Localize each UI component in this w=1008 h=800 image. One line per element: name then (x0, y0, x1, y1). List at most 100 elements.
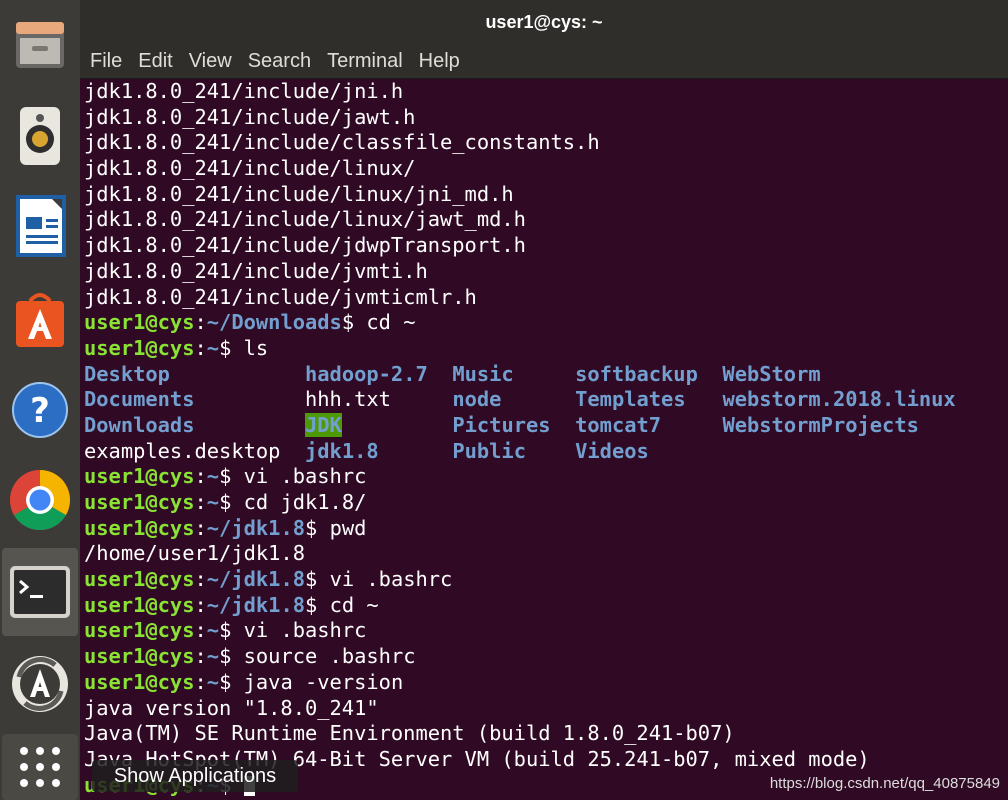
watermark: https://blog.csdn.net/qq_40875849 (769, 775, 1000, 792)
prompt-user: user1@cys (84, 567, 195, 592)
prompt-user: user1@cys (84, 490, 195, 514)
terminal-line: user1@cys:~/Downloads$ cd ~ (84, 310, 416, 335)
command-text: cd ~ (329, 592, 379, 617)
terminal-line: user1@cys:~/jdk1.8$ cd ~ (84, 592, 379, 617)
prompt-path: ~/jdk1.8 (206, 567, 305, 592)
ls-entry: WebstormProjects (722, 412, 919, 437)
output-text: jdk1.8.0_241/include/jawt.h (84, 104, 416, 129)
ls-entry: webstorm.2018.linux (722, 387, 956, 412)
menu-help[interactable]: Help (419, 50, 460, 73)
terminal-line: user1@cys:~$ cd jdk1.8/ (84, 490, 367, 514)
output-text: jdk1.8.0_241/include/linux/jni_md.h (84, 181, 514, 206)
output-text: jdk1.8.0_241/include/linux/ (84, 156, 416, 181)
output-text: jdk1.8.0_241/include/linux/jawt_md.h (84, 207, 526, 232)
command-text: ls (243, 335, 269, 360)
show-applications-icon[interactable] (2, 734, 78, 800)
terminal-line: jdk1.8.0_241/include/jni.h (84, 79, 956, 105)
terminal-line: jdk1.8.0_241/include/jdwpTransport.h (84, 233, 956, 259)
ls-entry: Public (452, 438, 526, 463)
terminal-line: Downloads JDK Pictures tomcat7 WebstormP… (84, 412, 956, 439)
command-text: vi .bashrc (243, 618, 367, 643)
terminal-line: user1@cys:~/jdk1.8$ vi .bashrc (84, 567, 453, 592)
software-updater-icon[interactable] (0, 646, 80, 722)
prompt-user: user1@cys (84, 464, 195, 489)
command-text: source .bashrc (243, 644, 416, 669)
prompt-path: ~/Downloads (206, 310, 342, 335)
menu-file[interactable]: File (90, 50, 122, 73)
ls-entry: Downloads (84, 412, 195, 437)
prompt-user: user1@cys (84, 618, 195, 643)
output-text: /home/user1/jdk1.8 (84, 541, 305, 566)
output-text: jdk1.8.0_241/include/jvmticmlr.h (84, 284, 477, 309)
svg-text:?: ? (30, 391, 50, 431)
prompt-path: ~ (206, 490, 220, 514)
terminal-line: examples.desktop jdk1.8 Public Videos (84, 439, 956, 465)
ls-entry: Documents (84, 387, 195, 412)
ls-entry: hadoop-2.7 (304, 361, 428, 386)
command-text: pwd (329, 515, 367, 540)
files-icon[interactable] (0, 6, 80, 82)
terminal-line: jdk1.8.0_241/include/linux/jni_md.h (84, 182, 956, 208)
help-icon[interactable]: ? (0, 372, 80, 448)
terminal-line: jdk1.8.0_241/include/jvmticmlr.h (84, 285, 956, 311)
terminal-line: user1@cys:~/jdk1.8$ pwd (84, 515, 367, 540)
rhythmbox-icon[interactable] (0, 98, 80, 174)
terminal-line: jdk1.8.0_241/include/jvmti.h (84, 259, 956, 285)
terminal-line: Desktop hadoop-2.7 Music softbackup WebS… (84, 362, 956, 388)
terminal-line: user1@cys:~$ vi .bashrc (84, 464, 367, 489)
libreoffice-writer-icon[interactable] (0, 188, 80, 264)
terminal-line: user1@cys:~$ ls (84, 335, 269, 360)
terminal-line: user1@cys:~$ java -version (84, 669, 404, 694)
terminal-area[interactable]: jdk1.8.0_241/include/jni.h jdk1.8.0_241/i… (80, 79, 1008, 800)
ls-entry: softbackup (575, 361, 698, 386)
command-text: vi .bashrc (329, 567, 453, 592)
menu-bar: File Edit View Search Terminal Help (80, 44, 1008, 79)
terminal-line: jdk1.8.0_241/include/linux/ (84, 156, 956, 182)
show-applications-tooltip: Show Applications (92, 760, 298, 792)
output-text: jdk1.8.0_241/include/jvmti.h (84, 258, 428, 283)
prompt-user: user1@cys (84, 310, 195, 335)
terminal-line: Documents hhh.txt node Templates webstor… (84, 387, 956, 413)
prompt-user: user1@cys (84, 515, 195, 540)
prompt-user: user1@cys (84, 335, 195, 360)
ls-entry: WebStorm (722, 361, 821, 386)
terminal-line: java version "1.8.0_241" (84, 696, 956, 722)
terminal-output: jdk1.8.0_241/include/jni.h jdk1.8.0_241/i… (84, 79, 956, 798)
output-text: Java(TM) SE Runtime Environment (build 1… (84, 721, 735, 746)
ls-entry: examples.desktop (84, 438, 281, 463)
ls-entry: Desktop (84, 361, 170, 386)
ls-entry: hhh.txt (305, 387, 391, 412)
window-titlebar[interactable]: user1@cys: ~ (80, 0, 1008, 44)
dock: ? (0, 0, 80, 800)
prompt-path: ~ (206, 618, 220, 643)
terminal-line: jdk1.8.0_241/include/jawt.h (84, 105, 956, 131)
ls-entry: Videos (575, 438, 649, 463)
terminal-icon[interactable] (2, 548, 78, 636)
ubuntu-software-icon[interactable] (0, 282, 80, 358)
command-text: cd jdk1.8/ (243, 490, 367, 514)
menu-search[interactable]: Search (248, 50, 311, 73)
prompt-path: ~ (206, 464, 220, 489)
terminal-line: Java(TM) SE Runtime Environment (build 1… (84, 721, 956, 747)
prompt-path: ~ (206, 335, 220, 360)
ls-entry: Templates (575, 387, 686, 412)
terminal-line: user1@cys:~$ source .bashrc (84, 644, 416, 669)
prompt-path: ~ (206, 644, 220, 669)
prompt-user: user1@cys (84, 592, 195, 617)
menu-view[interactable]: View (189, 50, 232, 73)
output-text: jdk1.8.0_241/include/jni.h (84, 79, 404, 103)
command-text: vi .bashrc (243, 464, 367, 489)
chrome-icon[interactable] (0, 462, 80, 538)
window-title: user1@cys: ~ (485, 11, 603, 32)
ls-entry: jdk1.8 (304, 438, 379, 463)
command-text: java -version (243, 669, 404, 694)
prompt-user: user1@cys (84, 669, 195, 694)
menu-terminal[interactable]: Terminal (327, 50, 403, 73)
ls-entry: node (452, 387, 502, 412)
prompt-path: ~ (206, 669, 220, 694)
ls-entry: Music (452, 361, 514, 386)
ls-entry: tomcat7 (575, 412, 662, 437)
terminal-line: user1@cys:~$ vi .bashrc (84, 618, 367, 643)
menu-edit[interactable]: Edit (138, 50, 172, 73)
ls-entry: JDK (305, 412, 342, 437)
